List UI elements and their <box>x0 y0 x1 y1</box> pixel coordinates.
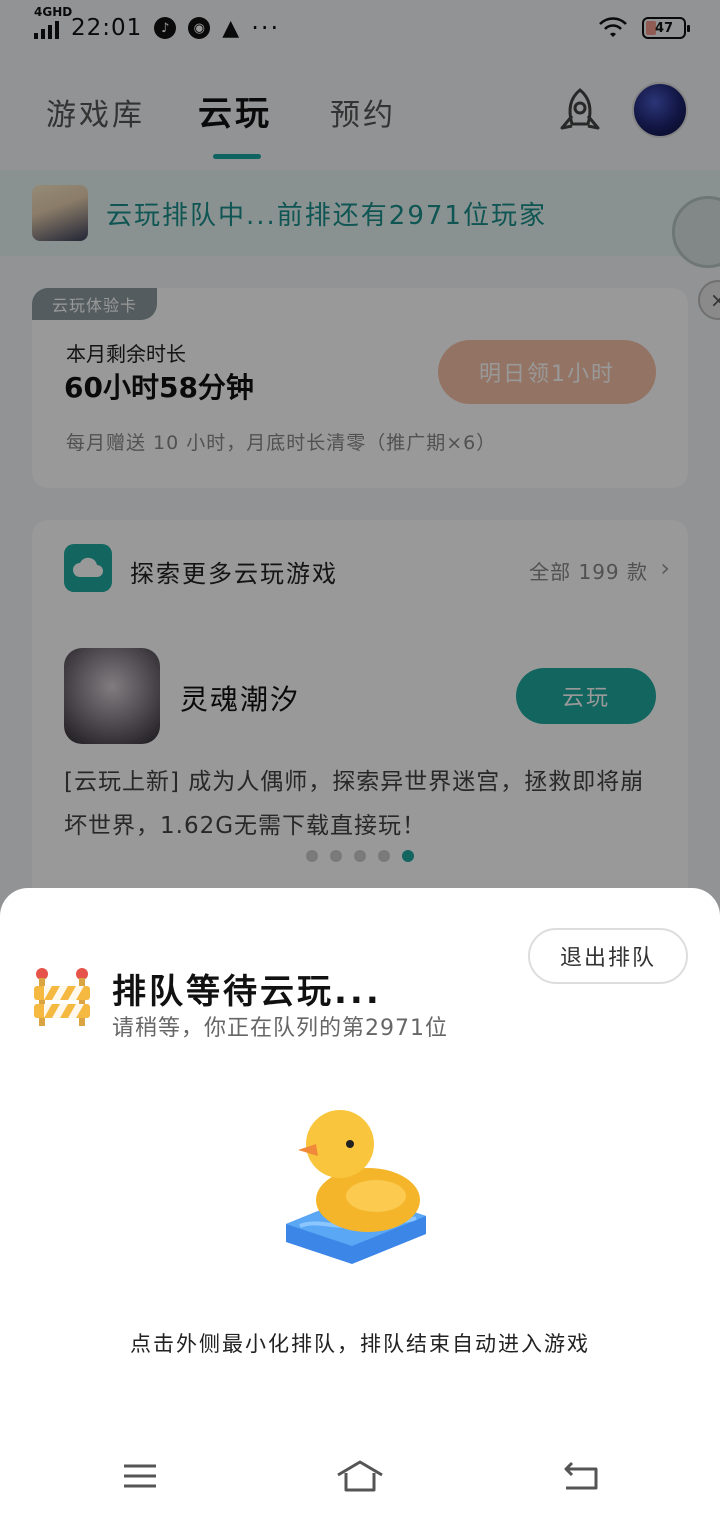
menu-icon[interactable] <box>116 1456 164 1496</box>
barrier-icon <box>34 968 90 1026</box>
queue-sheet: 排队等待云玩... 请稍等，你正在队列的第2971位 退出排队 点击外侧最小化排… <box>0 888 720 1520</box>
duck-illustration <box>286 1110 426 1264</box>
exit-queue-button[interactable]: 退出排队 <box>528 928 688 984</box>
home-icon[interactable] <box>336 1456 384 1496</box>
minimize-hint: 点击外侧最小化排队，排队结束自动进入游戏 <box>130 1332 590 1356</box>
sheet-title: 排队等待云玩... <box>112 972 382 1012</box>
back-icon[interactable] <box>556 1456 604 1496</box>
sheet-subtitle: 请稍等，你正在队列的第2971位 <box>112 1016 448 1041</box>
system-navbar <box>0 1440 720 1520</box>
